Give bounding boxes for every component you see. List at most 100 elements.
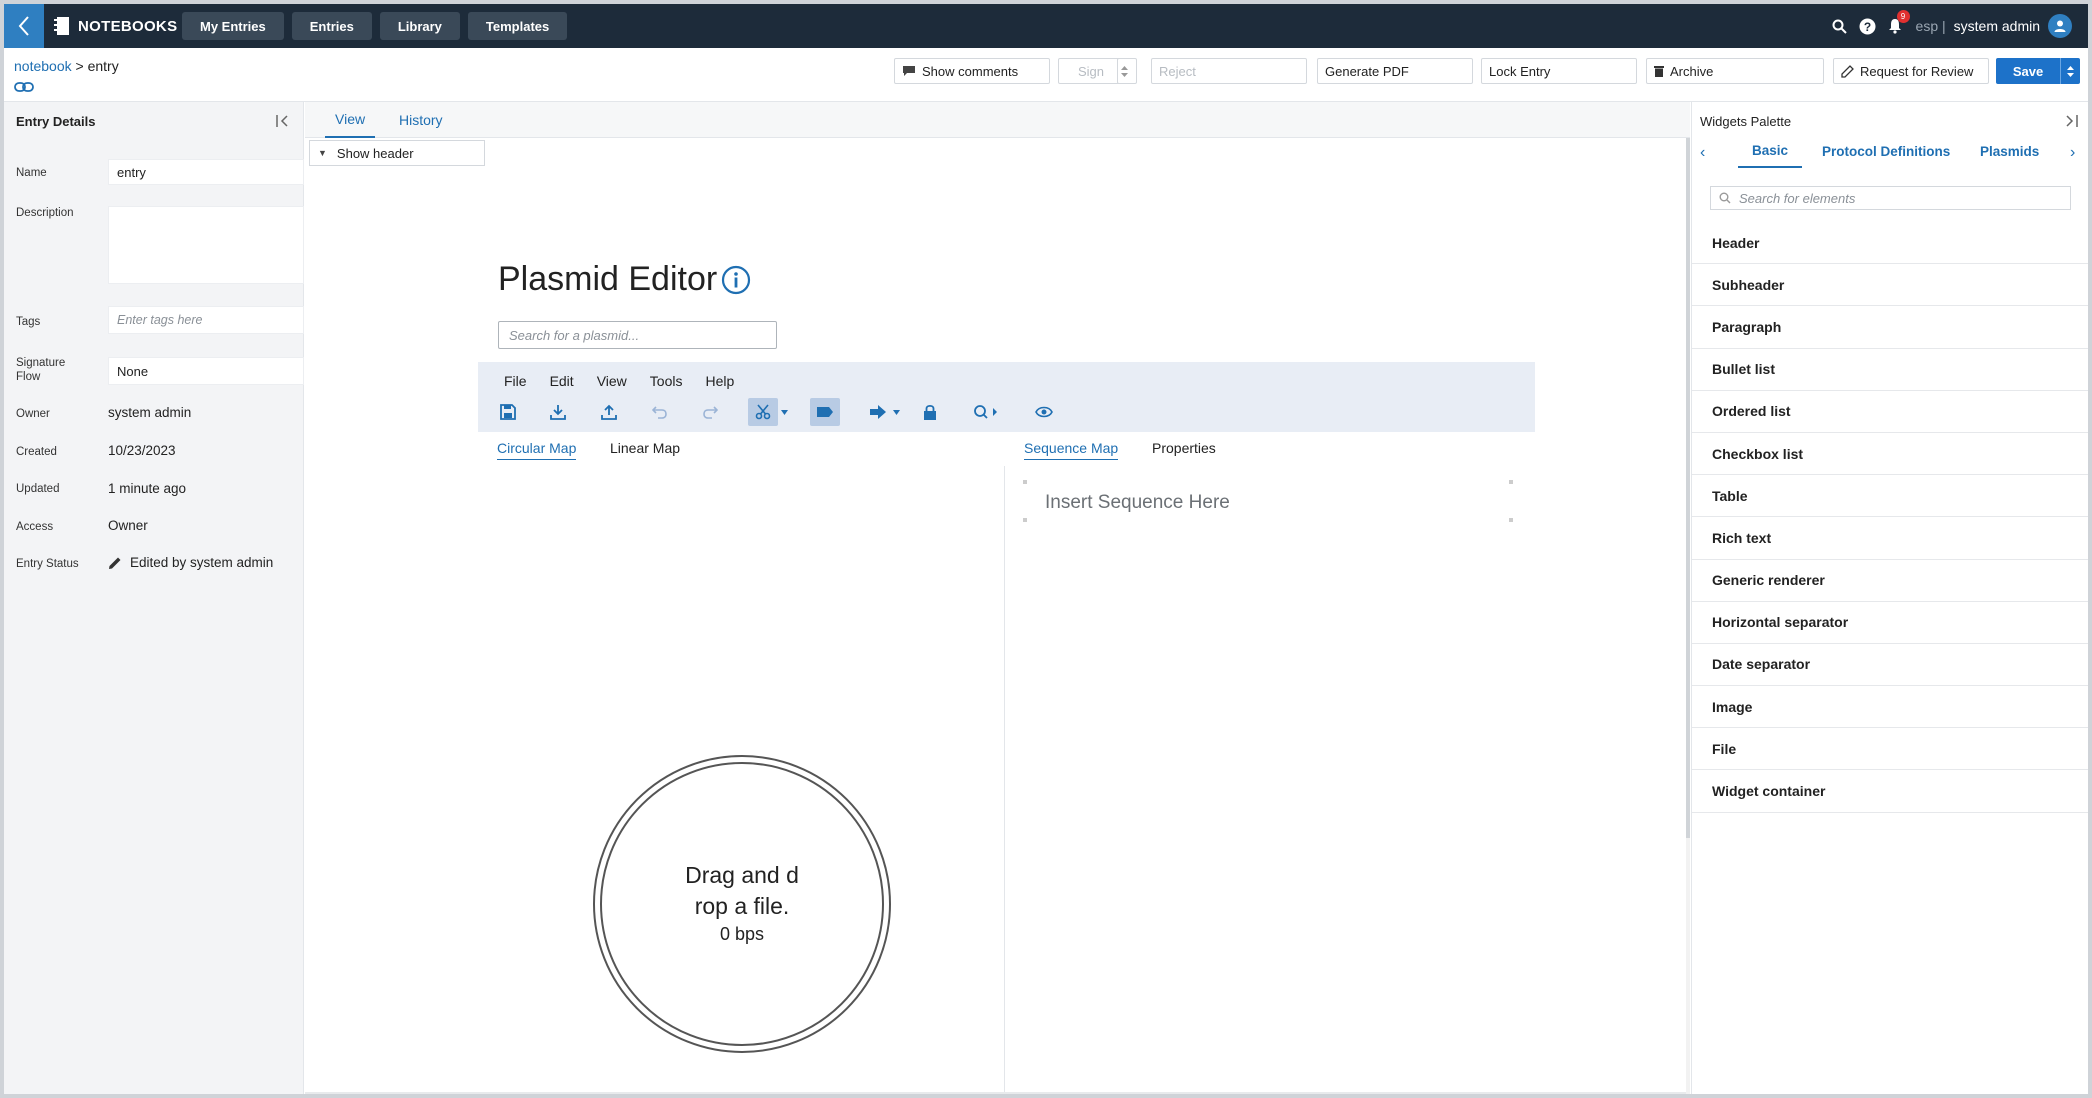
undo-icon[interactable] [648,398,672,426]
top-navigation-bar: NOTEBOOKS My Entries Entries Library Tem… [4,4,2088,48]
nav-entries[interactable]: Entries [291,12,372,40]
created-value: 10/23/2023 [108,443,176,458]
chevron-left-icon[interactable]: ‹ [1700,144,1705,162]
vertical-scrollbar-thumb[interactable] [1686,138,1690,838]
reject-button[interactable]: Reject [1151,58,1307,84]
request-review-button[interactable]: Request for Review [1833,58,1989,84]
archive-button[interactable]: Archive [1646,58,1824,84]
widget-file[interactable]: File [1692,728,2088,771]
nav-library[interactable]: Library [379,12,460,40]
generate-pdf-label: Generate PDF [1325,63,1409,79]
tab-circular-map[interactable]: Circular Map [497,440,577,460]
caret-down-icon: ▼ [318,148,327,158]
nav-templates[interactable]: Templates [467,12,568,40]
signature-flow-select[interactable]: None [108,357,304,385]
redo-icon[interactable] [698,398,722,426]
entry-content-area: View History ▼ Show header Plasmid Edito… [305,102,1690,1094]
widget-search-placeholder: Search for elements [1739,190,1856,206]
cut-site-tool[interactable] [748,398,778,426]
show-comments-button[interactable]: Show comments [894,58,1050,84]
lock-entry-label: Lock Entry [1489,63,1551,79]
widget-paragraph[interactable]: Paragraph [1692,306,2088,349]
search-icon[interactable] [968,398,1004,426]
app-window: NOTEBOOKS My Entries Entries Library Tem… [0,0,2092,1098]
eye-icon[interactable] [1032,398,1056,426]
tab-plasmids[interactable]: Plasmids [1976,134,2043,168]
tags-input[interactable]: Enter tags here [108,306,304,334]
chevron-right-icon[interactable]: › [2070,144,2075,162]
widget-bullet-list[interactable]: Bullet list [1692,349,2088,391]
widget-subheader[interactable]: Subheader [1692,264,2088,307]
link-icon[interactable] [14,80,34,96]
collapse-panel-icon[interactable] [276,114,290,132]
tab-history[interactable]: History [389,102,453,138]
collapse-panel-icon[interactable] [2064,114,2078,132]
back-button[interactable] [4,4,44,48]
breadcrumb-notebook[interactable]: notebook [14,58,72,74]
widget-container[interactable]: Widget container [1692,770,2088,813]
widget-table[interactable]: Table [1692,475,2088,518]
trash-icon [1654,66,1664,77]
tab-protocol-definitions[interactable]: Protocol Definitions [1818,134,1954,168]
drop-file-line2: rop a file. [694,893,790,919]
generate-pdf-button[interactable]: Generate PDF [1317,58,1473,84]
widget-generic-renderer[interactable]: Generic renderer [1692,560,2088,602]
name-field[interactable]: entry [108,159,304,185]
username[interactable]: system admin [1954,18,2040,34]
help-icon[interactable]: ? [1859,18,1876,35]
notifications-bell-icon[interactable]: 9 [1888,10,1910,34]
owner-value: system admin [108,405,192,420]
save-options-toggle[interactable] [2060,58,2080,84]
nav-my-entries[interactable]: My Entries [182,12,284,40]
menu-help[interactable]: Help [705,373,734,389]
tab-sequence-map[interactable]: Sequence Map [1024,440,1119,460]
save-button[interactable]: Save [1996,58,2080,84]
app-brand[interactable]: NOTEBOOKS [54,16,182,36]
tab-linear-map[interactable]: Linear Map [610,440,680,459]
widget-checkbox-list[interactable]: Checkbox list [1692,433,2088,476]
widget-date-separator[interactable]: Date separator [1692,644,2088,687]
name-label: Name [16,167,47,179]
language-selector[interactable]: esp | [1916,18,1946,34]
panel-title: Entry Details [16,114,96,129]
plasmid-search-input[interactable]: Search for a plasmid... [498,321,777,349]
arrow-right-icon[interactable] [866,398,890,426]
user-icon [2054,20,2066,32]
search-icon[interactable] [1832,19,1847,34]
download-icon[interactable] [546,398,570,426]
menu-tools[interactable]: Tools [650,373,683,389]
feature-tool[interactable] [810,398,840,426]
drop-file-text: Drag and d rop a file. [593,860,891,922]
show-header-toggle[interactable]: ▼ Show header [309,140,485,166]
sign-button[interactable]: Sign [1058,58,1124,84]
tab-basic[interactable]: Basic [1738,134,1803,168]
widget-search-input[interactable]: Search for elements [1710,186,2071,210]
caret-down-icon[interactable] [890,398,902,426]
caret-down-icon[interactable] [778,398,790,426]
save-icon[interactable] [496,398,520,426]
widget-rich-text[interactable]: Rich text [1692,517,2088,560]
widget-horizontal-separator[interactable]: Horizontal separator [1692,602,2088,644]
lock-icon[interactable] [918,398,942,426]
avatar[interactable] [2048,14,2072,38]
pencil-icon [109,557,121,569]
tab-view[interactable]: View [325,102,376,138]
map-divider[interactable] [1004,466,1005,1094]
description-field[interactable] [108,206,304,284]
bps-count: 0 bps [719,924,765,944]
owner-label: Owner [16,408,50,420]
menu-file[interactable]: File [504,373,527,389]
lock-entry-button[interactable]: Lock Entry [1481,58,1637,84]
menu-edit[interactable]: Edit [550,373,574,389]
sign-options-toggle[interactable] [1117,58,1137,84]
signature-flow-label: Signature Flow [16,356,65,384]
widget-ordered-list[interactable]: Ordered list [1692,391,2088,433]
upload-icon[interactable] [597,398,621,426]
access-value: Owner [108,518,148,533]
tab-properties[interactable]: Properties [1152,440,1216,459]
menu-view[interactable]: View [597,373,627,389]
widget-header[interactable]: Header [1692,222,2088,265]
info-icon[interactable] [721,265,751,295]
horizontal-scrollbar[interactable] [305,1092,1686,1094]
widget-image[interactable]: Image [1692,686,2088,729]
